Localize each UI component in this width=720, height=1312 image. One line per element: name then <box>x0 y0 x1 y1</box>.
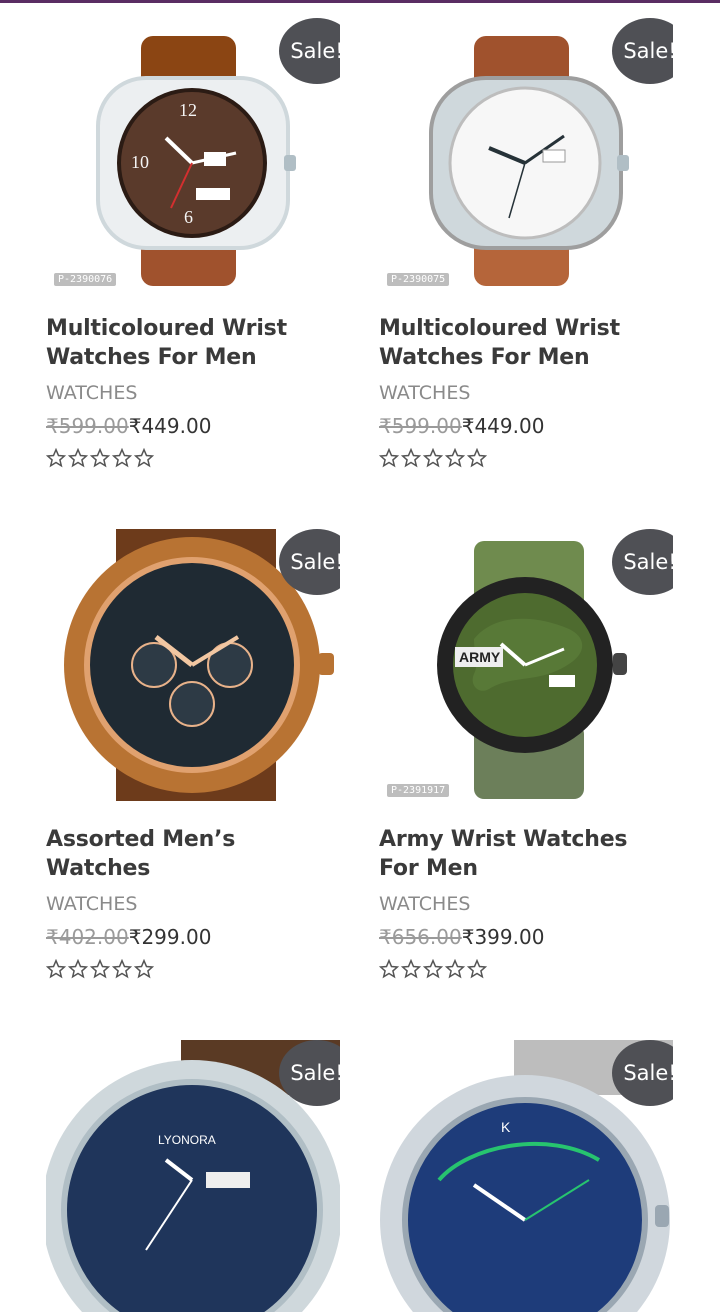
product-code: P-2390075 <box>387 273 450 286</box>
svg-text:LYONORA: LYONORA <box>158 1133 216 1147</box>
rating-stars <box>46 448 340 468</box>
star-outline-icon <box>112 959 132 979</box>
product-category[interactable]: WATCHES <box>379 382 673 404</box>
rating-stars <box>379 448 673 468</box>
product-title[interactable]: Assorted Men’s Watches <box>46 825 340 883</box>
new-price: ₹399.00 <box>461 925 545 949</box>
product-title[interactable]: Multicoloured Wrist Watches For Men <box>379 314 673 372</box>
product-title[interactable]: Army Wrist Watches For Men <box>379 825 673 883</box>
old-price: ₹402.00 <box>46 925 129 949</box>
svg-text:10: 10 <box>131 152 149 172</box>
svg-text:ARMY: ARMY <box>459 649 501 665</box>
rating-stars <box>379 959 673 979</box>
star-outline-icon <box>46 448 66 468</box>
rating-stars <box>46 959 340 979</box>
product-code: P-2390076 <box>54 273 117 286</box>
old-price: ₹599.00 <box>46 414 129 438</box>
product-image[interactable]: Sale! P-2390075 <box>379 18 673 290</box>
product-code: P-2391917 <box>387 784 450 797</box>
star-outline-icon <box>379 448 399 468</box>
star-outline-icon <box>423 448 443 468</box>
old-price: ₹656.00 <box>379 925 462 949</box>
product-image[interactable]: ARMY Sale! P-2391917 <box>379 529 673 801</box>
star-outline-icon <box>467 448 487 468</box>
product-card[interactable]: LYONORA Sale! <box>46 1040 340 1312</box>
product-price: ₹656.00₹399.00 <box>379 925 673 949</box>
star-outline-icon <box>467 959 487 979</box>
product-price: ₹402.00₹299.00 <box>46 925 340 949</box>
star-outline-icon <box>112 448 132 468</box>
star-outline-icon <box>68 448 88 468</box>
product-image[interactable]: K Sale! <box>379 1040 673 1312</box>
new-price: ₹299.00 <box>128 925 212 949</box>
product-price: ₹599.00₹449.00 <box>46 414 340 438</box>
star-outline-icon <box>46 959 66 979</box>
product-card[interactable]: Sale! Assorted Men’s Watches WATCHES ₹40… <box>46 529 340 1040</box>
product-card[interactable]: ARMY Sale! P-2391917 Army Wrist Watches … <box>379 529 673 1040</box>
star-outline-icon <box>90 448 110 468</box>
product-image[interactable]: LYONORA Sale! <box>46 1040 340 1312</box>
top-accent-bar <box>0 0 720 3</box>
product-image[interactable]: Sale! <box>46 529 340 801</box>
svg-text:K: K <box>501 1119 511 1135</box>
star-outline-icon <box>90 959 110 979</box>
star-outline-icon <box>134 448 154 468</box>
star-outline-icon <box>401 959 421 979</box>
star-outline-icon <box>423 959 443 979</box>
product-image[interactable]: 12 10 6 Sale! P-2390076 <box>46 18 340 290</box>
star-outline-icon <box>401 448 421 468</box>
star-outline-icon <box>68 959 88 979</box>
new-price: ₹449.00 <box>461 414 545 438</box>
product-title[interactable]: Multicoloured Wrist Watches For Men <box>46 314 340 372</box>
old-price: ₹599.00 <box>379 414 462 438</box>
star-outline-icon <box>445 448 465 468</box>
svg-text:6: 6 <box>184 207 193 227</box>
product-category[interactable]: WATCHES <box>46 382 340 404</box>
product-card[interactable]: K Sale! <box>379 1040 673 1312</box>
product-category[interactable]: WATCHES <box>46 893 340 915</box>
star-outline-icon <box>379 959 399 979</box>
product-price: ₹599.00₹449.00 <box>379 414 673 438</box>
product-grid: 12 10 6 Sale! P-2390076 Multicoloured Wr… <box>46 18 688 1312</box>
product-category[interactable]: WATCHES <box>379 893 673 915</box>
star-outline-icon <box>445 959 465 979</box>
product-card[interactable]: Sale! P-2390075 Multicoloured Wrist Watc… <box>379 18 673 529</box>
svg-text:12: 12 <box>179 100 197 120</box>
new-price: ₹449.00 <box>128 414 212 438</box>
star-outline-icon <box>134 959 154 979</box>
product-card[interactable]: 12 10 6 Sale! P-2390076 Multicoloured Wr… <box>46 18 340 529</box>
